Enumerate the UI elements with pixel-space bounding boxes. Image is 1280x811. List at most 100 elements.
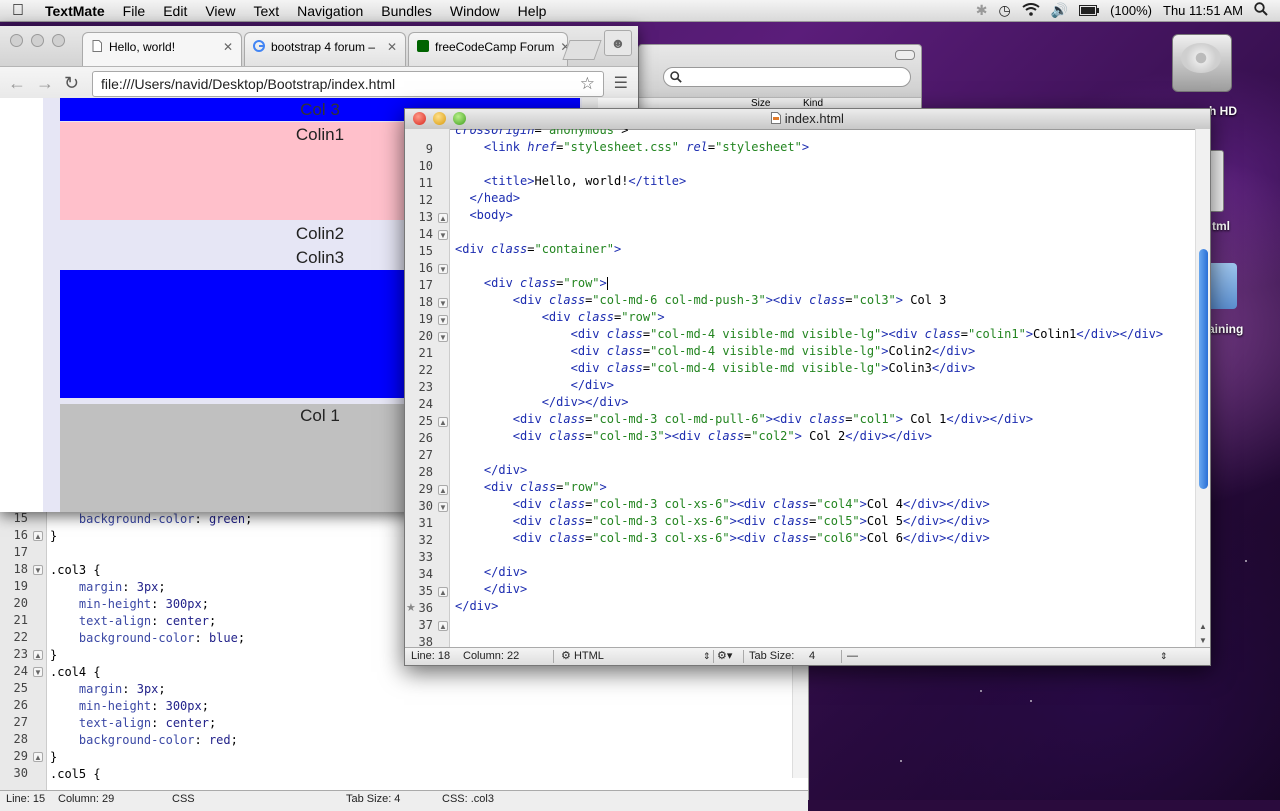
code-line[interactable]: } [50, 647, 57, 664]
menu-app-name[interactable]: TextMate [36, 3, 114, 19]
code-line[interactable]: <div class="row"> [455, 275, 608, 292]
menu-navigation[interactable]: Navigation [288, 3, 372, 19]
clock[interactable]: Thu 11:51 AM [1163, 3, 1243, 18]
volume-icon[interactable]: 🔊 [1051, 2, 1068, 19]
fold-toggle-icon[interactable]: ▲ [33, 531, 43, 541]
zoom-window-button[interactable] [52, 34, 65, 47]
code-line[interactable]: .col4 { [50, 664, 101, 681]
code-line[interactable]: <title>Hello, world!</title> [455, 173, 686, 190]
code-line[interactable]: <div class="container"> [455, 241, 621, 258]
toolbar-toggle-button[interactable] [895, 50, 915, 60]
back-arrow-icon[interactable]: ← [8, 73, 26, 94]
editor-vertical-scrollbar[interactable]: ▲ ▼ [1195, 129, 1210, 649]
close-window-button[interactable] [10, 34, 23, 47]
code-line[interactable]: <div class="col-md-6 col-md-push-3"><div… [455, 292, 947, 309]
code-line[interactable]: min-height: 300px; [50, 596, 209, 613]
css-tab-size-popup[interactable]: Tab Size: 4 [346, 793, 400, 805]
html-file-label[interactable]: tml [1212, 219, 1230, 233]
code-line[interactable]: .col3 { [50, 562, 101, 579]
chrome-menu-icon[interactable]: ☰ [614, 73, 628, 93]
code-line[interactable]: margin: 3px; [50, 579, 166, 596]
new-tab-button[interactable] [562, 40, 602, 60]
bookmark-star-icon[interactable]: ☆ [580, 74, 595, 94]
bundle-gear-icon[interactable]: ⚙▾ [717, 648, 732, 665]
code-line[interactable]: } [50, 749, 57, 766]
code-line[interactable]: <div class="col-md-4 visible-md visible-… [455, 343, 976, 360]
code-line[interactable]: <body> [455, 207, 512, 224]
css-scope-popup[interactable]: CSS: .col3 [442, 793, 494, 805]
user-profile-icon[interactable]: ☻ [604, 30, 632, 56]
tab-freecodecamp-forum[interactable]: freeCodeCamp Forum ✕ [408, 32, 568, 66]
code-line[interactable]: </div> [455, 462, 527, 479]
code-line[interactable]: background-color: blue; [50, 630, 245, 647]
reload-icon[interactable]: ↻ [64, 73, 79, 94]
minimize-window-button[interactable] [31, 34, 44, 47]
time-machine-icon[interactable]: ◷ [998, 2, 1010, 19]
hard-drive-icon[interactable] [1172, 34, 1232, 92]
code-line[interactable]: background-color: red; [50, 732, 238, 749]
language-popup[interactable]: ⚙ HTML [561, 648, 604, 665]
close-window-button[interactable] [413, 112, 426, 125]
code-line[interactable]: <div class="col-md-4 visible-md visible-… [455, 326, 1164, 343]
code-line[interactable]: text-align: center; [50, 613, 216, 630]
symbol-popup-arrows-icon[interactable]: ⇕ [1160, 648, 1168, 665]
code-line[interactable]: <div class="col-md-4 visible-md visible-… [455, 360, 976, 377]
scrollbar-thumb[interactable] [1199, 249, 1208, 489]
code-line[interactable]: <div class="row"> [455, 309, 665, 326]
hard-drive-label[interactable]: h HD [1209, 104, 1237, 118]
code-line[interactable]: } [50, 528, 57, 545]
menu-edit[interactable]: Edit [154, 3, 196, 19]
menu-text[interactable]: Text [244, 3, 288, 19]
fold-toggle-icon[interactable]: ▼ [33, 565, 43, 575]
tab-close-icon[interactable]: ✕ [223, 40, 233, 54]
code-line[interactable]: <div class="col-md-3 col-md-pull-6"><div… [455, 411, 1033, 428]
menu-bundles[interactable]: Bundles [372, 3, 441, 19]
code-line[interactable]: <div class="col-md-3 col-xs-6"><div clas… [455, 496, 990, 513]
scroll-up-arrow-icon[interactable]: ▲ [1199, 622, 1207, 631]
tab-bootstrap-forum[interactable]: bootstrap 4 forum – ✕ [244, 32, 406, 66]
css-language-popup[interactable]: CSS [172, 793, 195, 805]
fold-toggle-icon[interactable]: ▼ [33, 667, 43, 677]
minimize-window-button[interactable] [433, 112, 446, 125]
finder-search-field[interactable] [663, 67, 911, 87]
forward-arrow-icon[interactable]: → [36, 73, 54, 94]
menu-help[interactable]: Help [509, 3, 556, 19]
battery-icon[interactable] [1079, 3, 1100, 19]
menu-view[interactable]: View [196, 3, 244, 19]
code-line[interactable]: <div class="col-md-3"><div class="col2">… [455, 428, 932, 445]
code-line[interactable]: </head> [455, 190, 520, 207]
menu-window[interactable]: Window [441, 3, 509, 19]
code-line[interactable]: <div class="row"> [455, 479, 607, 496]
menu-file[interactable]: File [114, 3, 155, 19]
code-line[interactable]: crossorigin="anonymous"> [455, 129, 628, 139]
address-bar[interactable]: file:///Users/navid/Desktop/Bootstrap/in… [92, 71, 604, 97]
zoom-window-button[interactable] [453, 112, 466, 125]
folder-label[interactable]: aining [1208, 322, 1243, 336]
code-line[interactable]: </div> [455, 581, 527, 598]
code-line[interactable]: </div> [455, 377, 614, 394]
language-popup-arrows-icon[interactable]: ⇕ [703, 648, 711, 665]
fold-toggle-icon[interactable]: ▲ [33, 752, 43, 762]
code-line[interactable]: background-color: green; [50, 511, 252, 528]
fold-toggle-icon[interactable]: ▲ [33, 650, 43, 660]
tab-size-label[interactable]: Tab Size: [749, 648, 794, 665]
scroll-down-arrow-icon[interactable]: ▼ [1199, 636, 1207, 645]
code-line[interactable]: text-align: center; [50, 715, 216, 732]
code-line[interactable]: margin: 3px; [50, 681, 166, 698]
code-line[interactable]: min-height: 300px; [50, 698, 209, 715]
code-line[interactable]: </div> [455, 598, 498, 615]
tab-hello-world[interactable]: Hello, world! ✕ [82, 32, 242, 66]
apple-menu-icon[interactable]:  [0, 2, 36, 20]
tab-close-icon[interactable]: ✕ [387, 40, 397, 54]
spotlight-icon[interactable] [1254, 2, 1268, 19]
battery-percent[interactable]: (100%) [1110, 3, 1152, 18]
wifi-icon[interactable] [1022, 2, 1040, 19]
code-line[interactable]: </div></div> [455, 394, 629, 411]
code-line[interactable]: <div class="col-md-3 col-xs-6"><div clas… [455, 530, 990, 547]
tab-size-value[interactable]: 4 [809, 648, 815, 665]
code-line[interactable]: .col5 { [50, 766, 101, 783]
code-line[interactable]: <div class="col-md-3 col-xs-6"><div clas… [455, 513, 990, 530]
editor-text-area[interactable]: crossorigin="anonymous"> <link href="sty… [405, 129, 1197, 649]
bluetooth-icon[interactable]: ✱ [976, 2, 988, 19]
symbol-popup[interactable]: — [847, 648, 858, 665]
